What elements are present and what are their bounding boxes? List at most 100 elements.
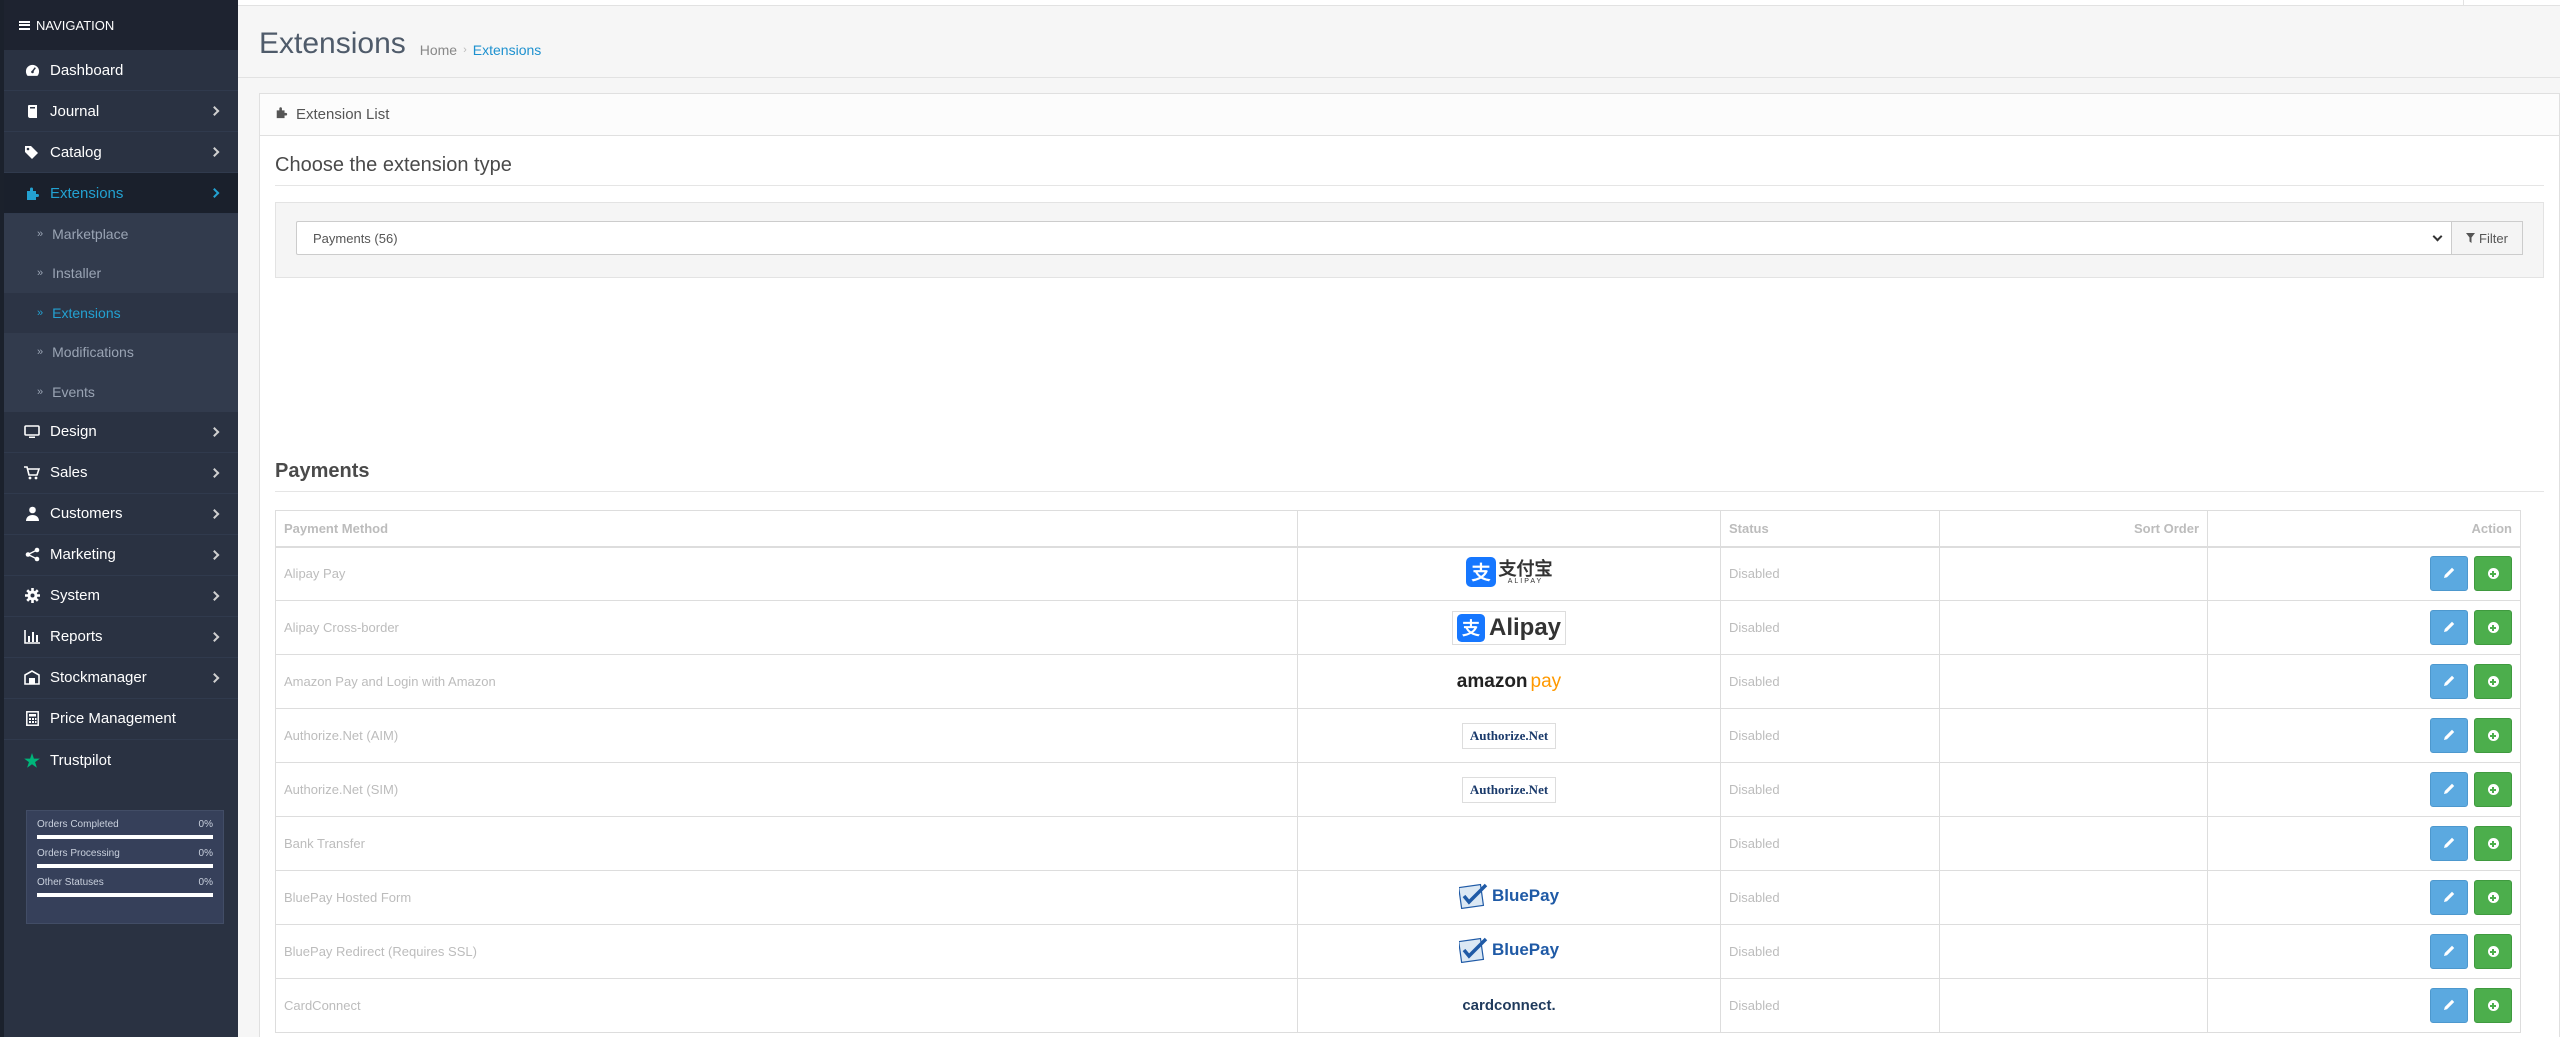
install-button[interactable] (2474, 556, 2512, 592)
navigation-header[interactable]: NAVIGATION (4, 0, 238, 50)
action-cell (2207, 708, 2521, 763)
share-icon (24, 547, 40, 563)
bars-icon (19, 20, 30, 30)
edit-button[interactable] (2430, 664, 2469, 699)
sidebar-item-customers[interactable]: Customers (4, 494, 238, 535)
sort-order-cell (1939, 978, 2208, 1033)
sidebar-item-label: Stockmanager (50, 669, 147, 686)
plus-circle-icon (2487, 892, 2499, 903)
panel-heading: Extension List (260, 94, 2559, 136)
edit-button[interactable] (2430, 934, 2469, 969)
table-row: BluePay Hosted Form BluePay Disabled (275, 870, 2521, 925)
edit-button[interactable] (2430, 880, 2469, 915)
plus-circle-icon (2487, 838, 2499, 849)
submenu-item-marketplace[interactable]: » Marketplace (4, 214, 238, 254)
status-cell: Disabled (1720, 708, 1940, 763)
edit-button[interactable] (2430, 826, 2469, 861)
install-button[interactable] (2474, 880, 2512, 915)
pencil-icon (2443, 998, 2455, 1013)
submenu-item-extensions[interactable]: » Extensions (4, 293, 238, 333)
order-stats-box: Orders Completed 0% Orders Processing 0% O… (26, 810, 224, 924)
table-row: Alipay Pay 支 支付宝 ALIPAY Disabled (275, 546, 2521, 601)
progress-bar (37, 864, 213, 868)
sidebar-item-price-management[interactable]: Price Management (4, 699, 238, 740)
filter-button[interactable]: Filter (2452, 221, 2523, 255)
plus-circle-icon (2487, 568, 2499, 580)
stat-label: Other Statuses (37, 877, 104, 888)
double-chevron-icon: » (37, 306, 44, 319)
table-header-row: Payment Method Status Sort Order Action (275, 510, 2521, 548)
status-cell: Disabled (1720, 978, 1940, 1033)
bluepay-logo: BluePay (1458, 937, 1559, 963)
payments-title: Payments (275, 460, 2544, 492)
sidebar-item-dashboard[interactable]: Dashboard (4, 50, 238, 91)
chevron-right-icon (209, 549, 220, 560)
user-icon (24, 506, 40, 522)
install-button[interactable] (2474, 610, 2512, 645)
submenu-item-installer[interactable]: » Installer (4, 254, 238, 294)
install-button[interactable] (2474, 826, 2512, 861)
cardconnect-logo-text: cardconnect. (1462, 997, 1556, 1014)
sidebar-item-trustpilot[interactable]: Trustpilot (4, 740, 238, 781)
pencil-icon (2443, 890, 2455, 905)
extension-type-select[interactable]: Payments (56) (296, 221, 2452, 255)
install-button[interactable] (2474, 988, 2512, 1023)
bar-chart-icon (24, 629, 40, 645)
stat-label: Orders Processing (37, 848, 120, 859)
alipay-logo-cn-text: 支付宝 (1498, 558, 1553, 579)
sidebar-item-stockmanager[interactable]: Stockmanager (4, 658, 238, 699)
breadcrumb-extensions-link[interactable]: Extensions (473, 42, 541, 58)
sidebar-item-catalog[interactable]: Catalog (4, 132, 238, 173)
breadcrumb-home-link[interactable]: Home (420, 42, 457, 58)
edit-button[interactable] (2430, 718, 2469, 753)
sidebar-item-system[interactable]: System (4, 576, 238, 617)
column-header-payment-method[interactable]: Payment Method (275, 510, 1298, 548)
sidebar-item-journal[interactable]: Journal (4, 91, 238, 132)
sidebar-item-label: Sales (50, 464, 88, 481)
install-button[interactable] (2474, 718, 2512, 753)
pencil-icon (2443, 944, 2455, 959)
install-button[interactable] (2474, 772, 2512, 807)
pencil-icon (2443, 674, 2455, 689)
cart-icon (24, 465, 40, 481)
column-header-status[interactable]: Status (1720, 510, 1940, 548)
payment-logo-cell: BluePay (1297, 924, 1721, 979)
authorize-net-logo-text: Authorize.Net (1469, 727, 1549, 743)
authorize-net-logo: Authorize.Net (1461, 722, 1557, 749)
payment-logo-cell: Authorize.Net (1297, 708, 1721, 763)
pencil-icon (2443, 782, 2455, 797)
stat-value: 0% (198, 877, 213, 888)
edit-button[interactable] (2430, 772, 2469, 807)
payment-logo-cell: 支 支付宝 ALIPAY (1297, 546, 1721, 601)
sidebar-item-marketing[interactable]: Marketing (4, 535, 238, 576)
sidebar-item-design[interactable]: Design (4, 412, 238, 453)
sidebar-item-extensions[interactable]: Extensions (4, 173, 238, 214)
install-button[interactable] (2474, 934, 2512, 969)
submenu-item-events[interactable]: » Events (4, 372, 238, 412)
sidebar-item-label: Catalog (50, 143, 102, 161)
stat-label: Orders Completed (37, 819, 119, 830)
plus-circle-icon (2487, 730, 2499, 741)
page-header: Extensions Home › Extensions (238, 6, 2560, 78)
sidebar-item-reports[interactable]: Reports (4, 617, 238, 658)
breadcrumb: Home › Extensions (420, 42, 542, 59)
action-cell (2207, 978, 2521, 1033)
edit-button[interactable] (2430, 988, 2469, 1023)
edit-button[interactable] (2430, 610, 2469, 645)
submenu-item-modifications[interactable]: » Modifications (4, 333, 238, 373)
column-header-action: Action (2207, 510, 2521, 548)
install-button[interactable] (2474, 664, 2512, 699)
sidebar-item-label: Journal (50, 102, 100, 120)
svg-text:支: 支 (1461, 617, 1480, 639)
column-header-sort-order[interactable]: Sort Order (1939, 510, 2208, 548)
stat-orders-completed: Orders Completed 0% (37, 819, 213, 839)
alipay-logo: 支 支付宝 ALIPAY (1465, 557, 1553, 588)
payment-logo-cell: BluePay (1297, 870, 1721, 925)
sidebar-item-sales[interactable]: Sales (4, 453, 238, 494)
stat-other-statuses: Other Statuses 0% (37, 877, 213, 897)
tags-icon (24, 144, 40, 160)
payment-method-name: Amazon Pay and Login with Amazon (275, 654, 1298, 709)
sort-order-cell (1939, 600, 2208, 655)
edit-button[interactable] (2430, 556, 2469, 592)
sidebar-item-label: Price Management (50, 710, 176, 727)
